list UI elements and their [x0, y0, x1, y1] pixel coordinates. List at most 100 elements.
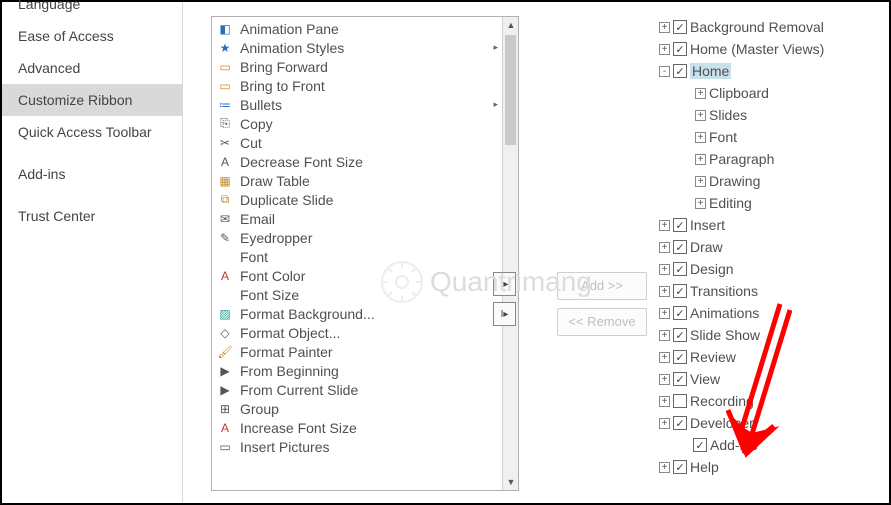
collapse-icon[interactable]: - — [659, 66, 670, 77]
checkbox[interactable]: ✓ — [673, 262, 687, 276]
scroll-thumb[interactable] — [505, 35, 516, 145]
expand-icon[interactable]: + — [659, 330, 670, 341]
remove-button[interactable]: << Remove — [557, 308, 647, 336]
checkbox[interactable]: ✓ — [673, 218, 687, 232]
expand-icon[interactable]: + — [659, 352, 670, 363]
command-item[interactable]: ★Animation Styles▸ — [212, 38, 518, 57]
insert-pictures-icon: ▭ — [216, 439, 234, 455]
command-item[interactable]: Font Size — [212, 285, 518, 304]
tree-node[interactable]: +✓Draw — [656, 236, 888, 258]
command-item[interactable]: ▭Insert Pictures — [212, 437, 518, 456]
tree-node[interactable]: +✓Background Removal — [656, 16, 888, 38]
checkbox[interactable]: ✓ — [673, 328, 687, 342]
expand-icon[interactable]: + — [659, 418, 670, 429]
command-item[interactable]: AFont Color — [212, 266, 518, 285]
nav-item-trust-center[interactable]: Trust Center — [2, 200, 182, 232]
expand-icon[interactable]: + — [695, 132, 706, 143]
command-item[interactable]: ◧Animation Pane — [212, 19, 518, 38]
ribbon-tree[interactable]: +✓Background Removal+✓Home (Master Views… — [656, 16, 888, 478]
expand-icon[interactable]: + — [695, 110, 706, 121]
tree-node[interactable]: +✓Insert — [656, 214, 888, 236]
command-item[interactable]: ◇Format Object... — [212, 323, 518, 342]
tree-node[interactable]: +✓Developer — [656, 412, 888, 434]
command-item[interactable]: 🖌Format Painter — [212, 342, 518, 361]
command-item[interactable]: ✂Cut — [212, 133, 518, 152]
command-item[interactable]: ▭Bring to Front — [212, 76, 518, 95]
checkbox[interactable]: ✓ — [673, 64, 687, 78]
nav-item-advanced[interactable]: Advanced — [2, 52, 182, 84]
tree-node[interactable]: -✓Home — [656, 60, 888, 82]
command-item[interactable]: ⧉Duplicate Slide — [212, 190, 518, 209]
tree-node[interactable]: + Recording — [656, 390, 888, 412]
tree-node[interactable]: +✓Transitions — [656, 280, 888, 302]
tree-node[interactable]: +✓Review — [656, 346, 888, 368]
nav-item-add-ins[interactable]: Add-ins — [2, 158, 182, 190]
checkbox[interactable]: ✓ — [673, 284, 687, 298]
checkbox[interactable]: ✓ — [673, 372, 687, 386]
tree-node[interactable]: +✓Design — [656, 258, 888, 280]
tree-node[interactable]: ✓Add-ins — [656, 434, 888, 456]
command-item[interactable]: ▶From Beginning — [212, 361, 518, 380]
tree-node[interactable]: +Paragraph — [656, 148, 888, 170]
command-item[interactable]: ▨Format Background... — [212, 304, 518, 323]
tree-node[interactable]: +Editing — [656, 192, 888, 214]
checkbox[interactable]: ✓ — [673, 240, 687, 254]
command-item[interactable]: AIncrease Font Size — [212, 418, 518, 437]
tree-node-label: Recording — [690, 393, 754, 409]
checkbox[interactable]: ✓ — [673, 306, 687, 320]
command-item[interactable]: Font — [212, 247, 518, 266]
tree-node[interactable]: +Drawing — [656, 170, 888, 192]
nav-item-quick-access-toolbar[interactable]: Quick Access Toolbar — [2, 116, 182, 148]
tree-node[interactable]: +Font — [656, 126, 888, 148]
expand-icon[interactable]: + — [659, 242, 670, 253]
command-item[interactable]: ADecrease Font Size — [212, 152, 518, 171]
separator-remove-button[interactable]: I▸ — [493, 302, 516, 326]
command-item[interactable]: ▭Bring Forward — [212, 57, 518, 76]
checkbox[interactable]: ✓ — [693, 438, 707, 452]
checkbox[interactable]: ✓ — [673, 20, 687, 34]
expand-icon[interactable]: + — [659, 374, 670, 385]
expand-icon[interactable]: + — [659, 286, 670, 297]
command-label: Font Color — [240, 268, 305, 284]
nav-item-ease-of-access[interactable]: Ease of Access — [2, 20, 182, 52]
expand-icon[interactable]: + — [659, 264, 670, 275]
expand-icon[interactable]: + — [659, 22, 670, 33]
expand-icon[interactable]: + — [695, 198, 706, 209]
tree-node[interactable]: +✓Home (Master Views) — [656, 38, 888, 60]
tree-node[interactable]: +✓Help — [656, 456, 888, 478]
tree-node[interactable]: +✓View — [656, 368, 888, 390]
scrollbar[interactable]: ▲ ▼ — [502, 17, 518, 490]
nav-item-customize-ribbon[interactable]: Customize Ribbon — [2, 84, 182, 116]
add-button[interactable]: Add >> — [557, 272, 647, 300]
checkbox[interactable]: ✓ — [673, 42, 687, 56]
nav-item-language[interactable]: Language — [2, 0, 182, 20]
separator-add-button[interactable]: I▸ — [493, 272, 516, 296]
command-item[interactable]: ▶From Current Slide — [212, 380, 518, 399]
expand-icon[interactable]: + — [659, 308, 670, 319]
expand-icon[interactable]: + — [659, 462, 670, 473]
command-item[interactable]: ⎘Copy — [212, 114, 518, 133]
tree-node[interactable]: +✓Animations — [656, 302, 888, 324]
command-item[interactable]: ✉Email — [212, 209, 518, 228]
commands-listbox[interactable]: ◧Animation Pane★Animation Styles▸▭Bring … — [211, 16, 519, 491]
expand-icon[interactable]: + — [695, 176, 706, 187]
format-object-icon: ◇ — [216, 325, 234, 341]
tree-node[interactable]: +Clipboard — [656, 82, 888, 104]
expand-icon[interactable]: + — [659, 220, 670, 231]
command-item[interactable]: ✎Eyedropper — [212, 228, 518, 247]
expand-icon[interactable]: + — [659, 44, 670, 55]
tree-node[interactable]: +✓Slide Show — [656, 324, 888, 346]
checkbox[interactable] — [673, 394, 687, 408]
checkbox[interactable]: ✓ — [673, 460, 687, 474]
scroll-up-icon[interactable]: ▲ — [503, 17, 519, 33]
scroll-down-icon[interactable]: ▼ — [503, 474, 519, 490]
expand-icon[interactable]: + — [695, 88, 706, 99]
expand-icon[interactable]: + — [659, 396, 670, 407]
checkbox[interactable]: ✓ — [673, 416, 687, 430]
tree-node[interactable]: +Slides — [656, 104, 888, 126]
command-item[interactable]: ≔Bullets▸ — [212, 95, 518, 114]
command-item[interactable]: ▦Draw Table — [212, 171, 518, 190]
command-item[interactable]: ⊞Group — [212, 399, 518, 418]
expand-icon[interactable]: + — [695, 154, 706, 165]
checkbox[interactable]: ✓ — [673, 350, 687, 364]
